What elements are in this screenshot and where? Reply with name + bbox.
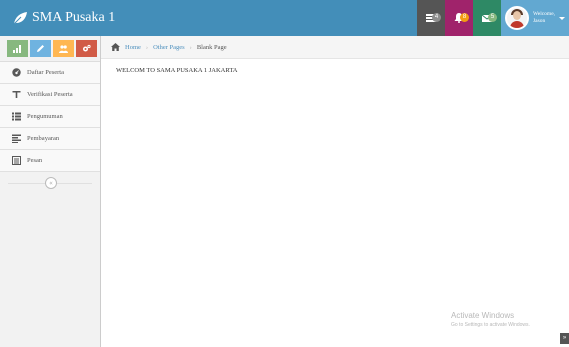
sidebar-item-label: Pembayaran (27, 135, 60, 142)
sidebar-item-daftar-peserta[interactable]: Daftar Peserta (0, 62, 100, 84)
sidebar-item-label: Daftar Peserta (27, 69, 64, 76)
sidebar-item-pesan[interactable]: Pesan (0, 150, 100, 172)
home-icon (111, 43, 120, 51)
shortcut-signal-button[interactable] (7, 40, 28, 57)
calendar-list-icon (12, 156, 21, 165)
sidebar-item-label: Pengumuman (27, 113, 63, 120)
sidebar-item-verifikasi-peserta[interactable]: Verifikasi Peserta (0, 84, 100, 106)
breadcrumb-home-link[interactable]: Home (125, 44, 141, 51)
sidebar-collapse-button[interactable]: « (45, 177, 57, 189)
sidebar-item-pembayaran[interactable]: Pembayaran (0, 128, 100, 150)
user-avatar (505, 6, 529, 30)
signal-icon (13, 45, 21, 53)
users-icon (59, 45, 68, 53)
breadcrumb-separator: › (145, 43, 149, 51)
sidebar-item-pengumuman[interactable]: Pengumuman (0, 106, 100, 128)
breadcrumb-separator: › (189, 43, 192, 51)
activate-windows-watermark: Activate Windows Go to Settings to activ… (451, 311, 530, 328)
user-menu[interactable]: Welcome, Jason (501, 0, 569, 36)
cogs-icon (83, 44, 91, 52)
navbar-right: 4 8 5 Welcome, Jason (417, 0, 569, 36)
tasks-badge: 4 (432, 13, 441, 22)
sidebar: Daftar Peserta Verifikasi Peserta Pengum… (0, 36, 101, 347)
messages-badge: 5 (488, 13, 497, 22)
watermark-subtitle: Go to Settings to activate Windows. (451, 322, 530, 328)
user-welcome: Welcome, Jason (533, 11, 557, 25)
notifications-badge: 8 (460, 13, 469, 22)
brand-title: SMA Pusaka 1 (32, 10, 116, 25)
dashboard-icon (12, 68, 21, 77)
leaf-icon (12, 12, 27, 25)
watermark-title: Activate Windows (451, 311, 515, 320)
caret-down-icon (559, 16, 565, 20)
shortcut-cogs-button[interactable] (76, 40, 97, 57)
user-name: Jason (533, 18, 546, 24)
welcome-label: Welcome, (533, 11, 556, 17)
breadcrumb-other-pages-link[interactable]: Other Pages (153, 44, 185, 51)
list-alt-icon (12, 134, 21, 143)
shortcut-pencil-button[interactable] (30, 40, 51, 57)
breadcrumb: Home › Other Pages › Blank Page (101, 36, 569, 59)
text-width-icon (12, 91, 21, 98)
shortcut-users-button[interactable] (53, 40, 74, 57)
notifications-dropdown[interactable]: 8 (445, 0, 473, 36)
navbar: SMA Pusaka 1 4 8 5 Welcome, Jason (0, 0, 569, 36)
pencil-icon (37, 45, 44, 52)
sidebar-item-label: Pesan (27, 157, 43, 164)
page-content: WELCOM TO SAMA PUSAKA 1 JAKARTA (116, 67, 237, 74)
list-icon (12, 112, 21, 121)
scroll-up-button[interactable]: » (560, 333, 569, 344)
welcome-text: WELCOM TO SAMA PUSAKA 1 JAKARTA (116, 67, 238, 74)
sidebar-collapse: « (0, 172, 100, 194)
brand-link[interactable]: SMA Pusaka 1 (12, 8, 115, 28)
tasks-dropdown[interactable]: 4 (417, 0, 445, 36)
breadcrumb-current: Blank Page (196, 43, 227, 51)
sidebar-shortcuts (0, 36, 100, 62)
sidebar-item-label: Verifikasi Peserta (27, 91, 73, 98)
messages-dropdown[interactable]: 5 (473, 0, 501, 36)
